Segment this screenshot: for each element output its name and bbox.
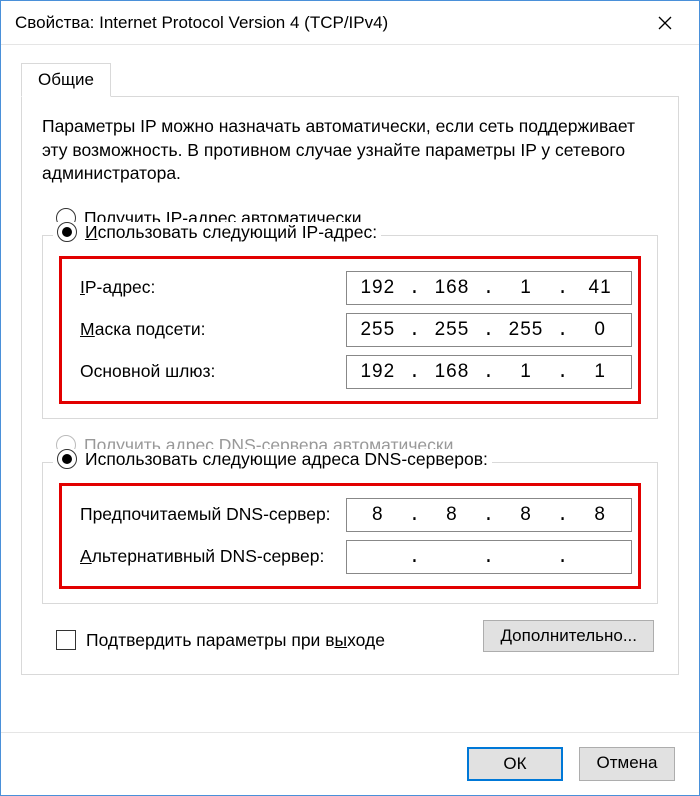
content-area: Общие Параметры IP можно назначать автом… bbox=[1, 45, 699, 732]
alt-dns-input[interactable]: . . . bbox=[346, 540, 632, 574]
ok-button[interactable]: ОК bbox=[467, 747, 563, 781]
ip-address-input[interactable]: 192. 168. 1. 41 bbox=[346, 271, 632, 305]
radio-icon[interactable] bbox=[57, 222, 77, 242]
radio-ip-manual-label: Использовать следующий IP-адрес: bbox=[85, 222, 377, 243]
cancel-button[interactable]: Отмена bbox=[579, 747, 675, 781]
window-title: Свойства: Internet Protocol Version 4 (T… bbox=[15, 13, 645, 33]
gateway-label: Основной шлюз: bbox=[68, 361, 346, 382]
advanced-button[interactable]: Дополнительно... bbox=[483, 620, 654, 652]
ip-groupbox: Использовать следующий IP-адрес: IP-адре… bbox=[42, 235, 658, 419]
radio-dns-manual-label: Использовать следующие адреса DNS-сервер… bbox=[85, 449, 488, 470]
dialog-footer: ОК Отмена bbox=[1, 732, 699, 795]
dns-highlight: Предпочитаемый DNS-сервер: 8. 8. 8. 8 Ал… bbox=[59, 483, 641, 589]
radio-icon[interactable] bbox=[57, 449, 77, 469]
validate-label: Подтвердить параметры при выходе bbox=[86, 630, 385, 651]
dialog-window: Свойства: Internet Protocol Version 4 (T… bbox=[0, 0, 700, 796]
subnet-mask-label: Маска подсети: bbox=[68, 319, 346, 340]
pref-dns-input[interactable]: 8. 8. 8. 8 bbox=[346, 498, 632, 532]
radio-dns-manual-row[interactable]: Использовать следующие адреса DNS-сервер… bbox=[53, 449, 492, 470]
titlebar: Свойства: Internet Protocol Version 4 (T… bbox=[1, 1, 699, 45]
intro-text: Параметры IP можно назначать автоматичес… bbox=[42, 115, 658, 186]
alt-dns-label: Альтернативный DNS-сервер: bbox=[68, 546, 346, 567]
dns-groupbox: Использовать следующие адреса DNS-сервер… bbox=[42, 462, 658, 604]
tab-general[interactable]: Общие bbox=[21, 63, 111, 97]
radio-ip-manual-row[interactable]: Использовать следующий IP-адрес: bbox=[53, 222, 381, 243]
validate-checkbox-row[interactable]: Подтвердить параметры при выходе bbox=[56, 630, 385, 651]
pref-dns-label: Предпочитаемый DNS-сервер: bbox=[68, 504, 346, 525]
gateway-input[interactable]: 192. 168. 1. 1 bbox=[346, 355, 632, 389]
ip-address-label: IP-адрес: bbox=[68, 277, 346, 298]
ip-highlight: IP-адрес: 192. 168. 1. 41 Маска подсети:… bbox=[59, 256, 641, 404]
tabbar: Общие bbox=[21, 63, 679, 97]
tab-panel: Параметры IP можно назначать автоматичес… bbox=[21, 96, 679, 675]
subnet-mask-input[interactable]: 255. 255. 255. 0 bbox=[346, 313, 632, 347]
close-icon[interactable] bbox=[645, 3, 685, 43]
checkbox-icon[interactable] bbox=[56, 630, 76, 650]
